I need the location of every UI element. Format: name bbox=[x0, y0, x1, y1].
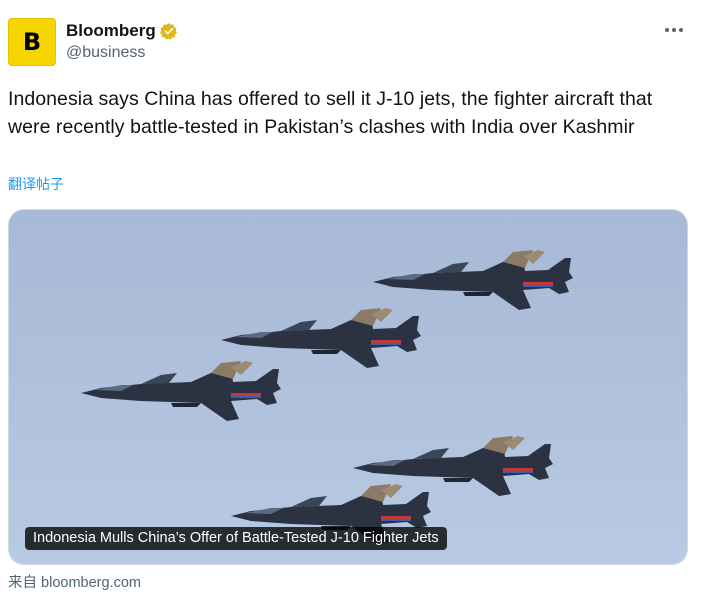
avatar[interactable]: B bbox=[8, 18, 56, 66]
media-caption: Indonesia Mulls China’s Offer of Battle-… bbox=[25, 527, 447, 550]
verified-badge-icon bbox=[159, 22, 178, 40]
source-link[interactable]: 来自 bloomberg.com bbox=[8, 571, 141, 592]
author-names: Bloomberg @business bbox=[66, 20, 178, 62]
link-card-media[interactable]: Indonesia Mulls China’s Offer of Battle-… bbox=[8, 209, 688, 565]
avatar-logo-letter: B bbox=[22, 28, 42, 56]
display-name-row: Bloomberg bbox=[66, 20, 178, 42]
translate-post-link[interactable]: 翻译帖子 bbox=[8, 174, 64, 194]
handle[interactable]: @business bbox=[66, 44, 178, 62]
display-name[interactable]: Bloomberg bbox=[66, 21, 156, 41]
more-options-icon[interactable] bbox=[662, 22, 686, 38]
jets-photo bbox=[9, 210, 687, 564]
tweet-header: B Bloomberg @business bbox=[8, 18, 692, 70]
tweet-text: Indonesia says China has offered to sell… bbox=[8, 88, 653, 138]
tweet: B Bloomberg @business Indonesia says Chi… bbox=[0, 0, 708, 595]
